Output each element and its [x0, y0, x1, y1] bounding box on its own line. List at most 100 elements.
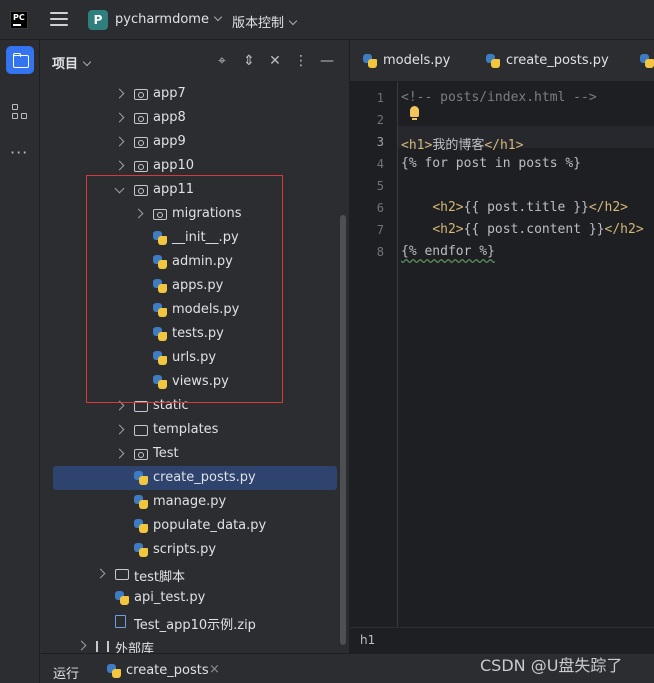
breadcrumb: h1	[350, 627, 654, 653]
line-number: 2	[376, 113, 384, 127]
tree-item-label: app9	[153, 134, 186, 149]
tree-item-label: app10	[153, 158, 195, 173]
library-icon	[96, 641, 109, 652]
chevron-down-icon	[288, 16, 298, 26]
project-panel-title[interactable]: 项目	[52, 53, 92, 72]
folder-icon	[134, 449, 148, 460]
run-tool-label[interactable]: 运行	[53, 663, 79, 682]
tool-window-strip: ···	[0, 40, 40, 683]
code-text: <h2>{{ post.title }}</h2>	[432, 200, 628, 215]
tree-item[interactable]: scripts.py	[53, 538, 337, 562]
chevron-right-icon[interactable]	[114, 88, 125, 99]
python-file-icon	[134, 519, 148, 533]
code-line[interactable]: <h2>{{ post.title }}</h2>	[401, 200, 628, 215]
annotation-highlight-box	[86, 175, 283, 403]
tree-item-label: Test_app10示例.zip	[134, 618, 256, 633]
tree-item-label: manage.py	[153, 494, 227, 509]
run-tab-create-posts[interactable]: create_posts	[107, 663, 209, 678]
pycharm-logo-icon: PC	[10, 11, 28, 29]
tree-item[interactable]: app7	[53, 82, 337, 106]
tree-item-label: test脚本	[134, 570, 185, 585]
project-panel-header: 项目 ⌖ ⇕ ✕ ⋮ —	[41, 40, 348, 82]
project-switcher[interactable]: pycharmdome	[115, 12, 223, 27]
tree-item[interactable]: Test_app10示例.zip	[53, 610, 337, 634]
title-bar: PC P pycharmdome 版本控制	[0, 0, 654, 40]
code-line[interactable]: <h2>{{ post.content }}</h2>	[401, 222, 644, 237]
folder-icon	[134, 137, 148, 148]
tab-create-posts-py[interactable]: create_posts.py	[486, 53, 609, 68]
chevron-right-icon[interactable]	[76, 640, 87, 651]
tab-models-py[interactable]: models.py	[363, 53, 450, 68]
more-options-icon[interactable]: ⋮	[293, 53, 309, 69]
chevron-right-icon[interactable]	[95, 568, 106, 579]
tree-item-label: populate_data.py	[153, 518, 267, 533]
tree-item[interactable]: populate_data.py	[53, 514, 337, 538]
code-text: {% endfor %}	[401, 244, 495, 259]
code-line[interactable]: <h1>我的博客</h1>	[401, 134, 523, 153]
chevron-right-icon[interactable]	[114, 448, 125, 459]
chevron-down-icon	[82, 57, 92, 67]
tab-label: create_posts.py	[506, 53, 609, 68]
chevron-right-icon[interactable]	[114, 112, 125, 123]
tree-scrollbar[interactable]	[340, 215, 346, 645]
folder-icon	[134, 161, 148, 172]
line-number: 7	[376, 223, 384, 237]
editor-tabs: models.py create_posts.py	[350, 40, 654, 82]
vcs-menu[interactable]: 版本控制	[232, 12, 298, 31]
chevron-right-icon[interactable]	[114, 424, 125, 435]
collapse-all-icon[interactable]: ✕	[267, 53, 283, 69]
folder-icon	[134, 89, 148, 100]
tree-item[interactable]: api_test.py	[53, 586, 337, 610]
python-file-icon	[115, 591, 129, 605]
lightbulb-icon[interactable]	[410, 106, 419, 120]
code-line[interactable]: {% for post in posts %}	[401, 156, 581, 171]
vcs-label: 版本控制	[232, 16, 285, 31]
folder-icon	[134, 425, 148, 436]
code-text: {% for post in posts %}	[401, 156, 582, 171]
chevron-right-icon[interactable]	[114, 160, 125, 171]
tree-item[interactable]: app8	[53, 106, 337, 130]
line-number-gutter: 1 2 3 4 5 6 7 8	[350, 82, 398, 627]
code-text: <h2>{{ post.content }}</h2>	[432, 222, 644, 237]
python-file-icon	[134, 471, 148, 485]
tree-item-label: app7	[153, 86, 186, 101]
python-file-icon	[363, 54, 377, 68]
line-number: 3	[376, 135, 384, 149]
project-badge[interactable]: P	[88, 10, 108, 30]
tree-item[interactable]: app9	[53, 130, 337, 154]
project-name: pycharmdome	[115, 12, 209, 27]
code-line[interactable]: {% endfor %}	[401, 244, 495, 259]
expand-all-icon[interactable]: ⇕	[241, 53, 257, 69]
project-tool-folder-icon[interactable]	[6, 46, 34, 74]
tree-item[interactable]: templates	[53, 418, 337, 442]
python-file-icon	[640, 54, 654, 68]
tree-item-label: app8	[153, 110, 186, 125]
tab-label: models.py	[383, 53, 451, 68]
python-file-icon	[134, 495, 148, 509]
code-text: <!-- posts/index.html -->	[401, 90, 597, 105]
line-number: 6	[376, 201, 384, 215]
minimize-panel-icon[interactable]: —	[319, 53, 335, 69]
tree-item[interactable]: test脚本	[53, 562, 337, 586]
tree-item[interactable]: Test	[53, 442, 337, 466]
structure-icon[interactable]	[12, 104, 28, 120]
locate-crosshair-icon[interactable]: ⌖	[214, 53, 230, 69]
chevron-right-icon[interactable]	[114, 136, 125, 147]
line-number: 1	[376, 91, 384, 105]
chevron-down-icon	[213, 12, 223, 22]
python-file-icon	[107, 664, 121, 678]
breadcrumb-item[interactable]: h1	[360, 633, 375, 647]
code-line[interactable]: <!-- posts/index.html -->	[401, 90, 597, 105]
tree-item-label: create_posts.py	[153, 470, 256, 485]
more-tools-icon[interactable]: ···	[10, 145, 28, 161]
zip-file-icon	[115, 615, 126, 628]
tree-item[interactable]: manage.py	[53, 490, 337, 514]
tree-item[interactable]: create_posts.py	[53, 466, 337, 490]
main-menu-icon[interactable]	[50, 12, 68, 28]
tree-item-label: Test	[153, 446, 179, 461]
editor-area: models.py create_posts.py 1 2 3 4 5 6 7 8 <!-- …	[349, 40, 654, 683]
panel-title-label: 项目	[52, 57, 79, 72]
folder-icon	[134, 113, 148, 124]
code-text: <h1>我的博客</h1>	[401, 138, 524, 153]
close-icon[interactable]: ×	[209, 662, 220, 677]
